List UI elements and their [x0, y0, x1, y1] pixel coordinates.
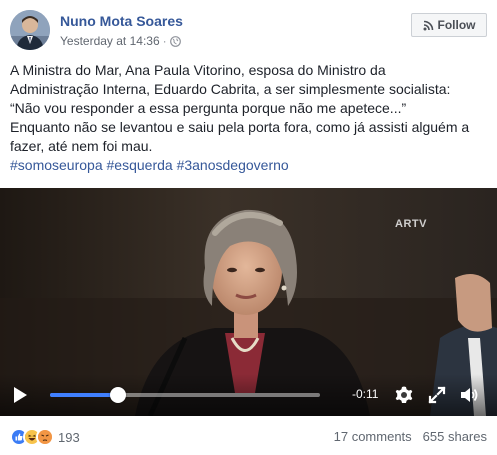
- post-text-line: “Não vou responder a essa pergunta porqu…: [10, 100, 407, 116]
- video-controls: -0:11: [0, 374, 497, 416]
- post-header: Nuno Mota Soares Yesterday at 14:36 · Fo…: [10, 10, 487, 54]
- hashtag-link[interactable]: #3anosdegoverno: [177, 157, 289, 173]
- post-meta: Yesterday at 14:36 ·: [60, 34, 181, 48]
- globe-icon: [169, 35, 181, 47]
- hashtag-link[interactable]: #somoseuropa: [10, 157, 103, 173]
- post-text-line: A Ministra do Mar, Ana Paula Vitorino, e…: [10, 62, 386, 78]
- remaining-time: -0:11: [352, 387, 379, 401]
- comments-count[interactable]: 17 comments: [334, 429, 412, 444]
- gear-icon[interactable]: [394, 385, 414, 405]
- follow-label: Follow: [437, 18, 476, 32]
- post-stats: 17 comments 655 shares: [334, 429, 487, 444]
- expand-icon[interactable]: [427, 385, 447, 405]
- hashtag-link[interactable]: #esquerda: [107, 157, 173, 173]
- post-text: A Ministra do Mar, Ana Paula Vitorino, e…: [10, 61, 490, 175]
- author-name[interactable]: Nuno Mota Soares: [60, 13, 183, 29]
- rss-icon: [423, 20, 434, 31]
- progress-scrubber[interactable]: [109, 387, 126, 403]
- volume-icon[interactable]: [459, 385, 479, 405]
- video-player[interactable]: ARTV -0:11: [0, 188, 497, 416]
- follow-button[interactable]: Follow: [411, 13, 487, 37]
- post-text-line: Enquanto não se levantou e saiu pela por…: [10, 119, 470, 135]
- meta-separator: ·: [162, 34, 167, 48]
- post-footer: 193 17 comments 655 shares: [10, 428, 487, 446]
- shares-count[interactable]: 655 shares: [423, 429, 487, 444]
- post-timestamp[interactable]: Yesterday at 14:36: [60, 34, 160, 48]
- play-icon[interactable]: [12, 386, 28, 404]
- angry-icon: [36, 428, 54, 446]
- progress-track[interactable]: [50, 393, 320, 397]
- channel-watermark: ARTV: [395, 218, 427, 230]
- hashtags: #somoseuropa #esquerda #3anosdegoverno: [10, 156, 490, 175]
- post-text-line: Administração Interna, Eduardo Cabrita, …: [10, 81, 451, 97]
- post-text-line: fazer, até nem foi mau.: [10, 138, 153, 154]
- progress-fill: [50, 393, 118, 397]
- avatar[interactable]: [10, 10, 50, 50]
- reactions-summary[interactable]: 193: [10, 428, 80, 446]
- reaction-count: 193: [58, 429, 80, 445]
